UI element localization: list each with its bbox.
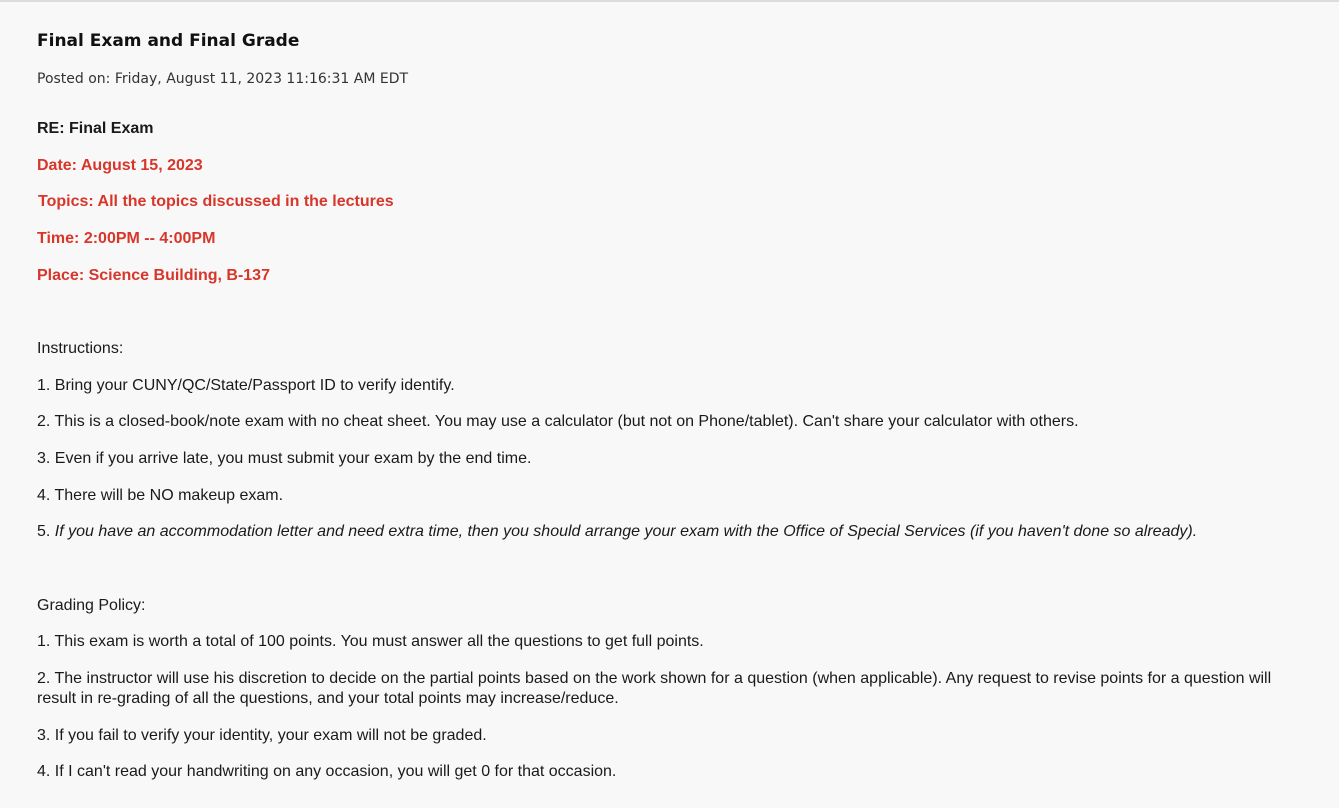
exam-topics: Topics: All the topics discussed in the … bbox=[38, 193, 394, 210]
announcement-title: Final Exam and Final Grade bbox=[37, 31, 300, 51]
announcement-page: Final Exam and Final Grade Posted on: Fr… bbox=[0, 0, 1339, 808]
grading-item: 4. If I can't read your handwriting on a… bbox=[37, 763, 617, 780]
grading-item: 3. If you fail to verify your identity, … bbox=[37, 727, 487, 744]
instruction-item-number: 5. bbox=[37, 523, 55, 540]
grading-item: 2. The instructor will use his discretio… bbox=[37, 670, 1272, 707]
grading-item: 1. This exam is worth a total of 100 poi… bbox=[37, 633, 704, 650]
instruction-item: 1. Bring your CUNY/QC/State/Passport ID … bbox=[37, 377, 455, 394]
instruction-item: 3. Even if you arrive late, you must sub… bbox=[37, 450, 532, 467]
re-subject: RE: Final Exam bbox=[37, 120, 154, 137]
exam-date: Date: August 15, 2023 bbox=[37, 157, 203, 174]
instruction-item: 5. If you have an accommodation letter a… bbox=[37, 522, 1197, 542]
instruction-item: 4. There will be NO makeup exam. bbox=[37, 487, 284, 504]
instruction-item-text: If you have an accommodation letter and … bbox=[54, 523, 1198, 540]
posted-label: Posted on: bbox=[37, 71, 115, 87]
grading-heading: Grading Policy: bbox=[37, 597, 146, 614]
posted-date: Friday, August 11, 2023 11:16:31 AM EDT bbox=[114, 71, 409, 87]
exam-time: Time: 2:00PM -- 4:00PM bbox=[37, 230, 216, 247]
instructions-heading: Instructions: bbox=[37, 340, 124, 357]
exam-place: Place: Science Building, B-137 bbox=[37, 267, 270, 284]
instruction-item: 2. This is a closed-book/note exam with … bbox=[37, 413, 1079, 430]
posted-on: Posted on: Friday, August 11, 2023 11:16… bbox=[37, 71, 408, 87]
